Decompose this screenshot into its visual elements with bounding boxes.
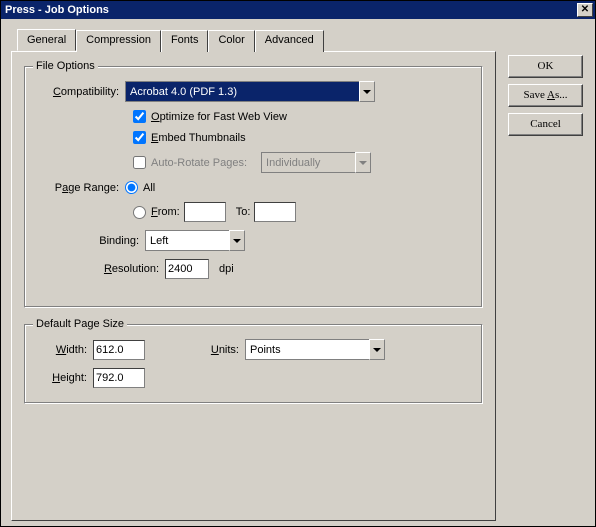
chevron-down-icon[interactable] [369,339,385,360]
autorotate-checkbox[interactable] [133,156,146,169]
embed-checkbox[interactable] [133,131,146,144]
group-file-options-legend: File Options [33,60,98,72]
dialog-window: Press - Job Options ✕ General Compressio… [0,0,596,527]
binding-value: Left [145,230,229,251]
tab-fonts[interactable]: Fonts [161,30,209,52]
height-label: Height: [45,372,93,384]
pagerange-from-label: From: [151,206,180,218]
pagerange-all-label: All [143,182,155,194]
close-icon[interactable]: ✕ [577,3,593,17]
group-default-page-size: Default Page Size Width: Units: Points H… [24,324,483,404]
window-title: Press - Job Options [5,4,109,16]
height-input[interactable] [93,368,145,388]
tab-panel-general: File Options Compatibility: Acrobat 4.0 … [11,51,496,521]
chevron-down-icon[interactable] [229,230,245,251]
tab-color[interactable]: Color [208,30,254,52]
compatibility-value: Acrobat 4.0 (PDF 1.3) [125,81,359,102]
autorotate-label: Auto-Rotate Pages: [151,157,247,169]
titlebar: Press - Job Options ✕ [1,1,595,19]
pagerange-to-label: To: [236,206,251,218]
binding-dropdown[interactable]: Left [145,230,245,251]
optimize-label: Optimize for Fast Web View [151,111,287,123]
tab-general[interactable]: General [17,29,76,51]
resolution-unit: dpi [219,263,234,275]
pagerange-label: Page Range: [37,182,125,194]
autorotate-value: Individually [261,152,355,173]
tab-advanced[interactable]: Advanced [255,30,324,52]
compatibility-dropdown[interactable]: Acrobat 4.0 (PDF 1.3) [125,81,375,102]
save-as-button[interactable]: Save As... [508,84,583,107]
units-label: Units: [205,344,245,356]
tab-compression[interactable]: Compression [76,30,161,52]
resolution-input[interactable] [165,259,209,279]
binding-label: Binding: [37,235,145,247]
pagerange-to-input[interactable] [254,202,296,222]
optimize-checkbox[interactable] [133,110,146,123]
width-label: Width: [45,344,93,356]
chevron-down-icon[interactable] [359,81,375,102]
chevron-down-icon [355,152,371,173]
pagerange-from-input[interactable] [184,202,226,222]
group-file-options: File Options Compatibility: Acrobat 4.0 … [24,66,483,308]
autorotate-dropdown: Individually [261,152,371,173]
width-input[interactable] [93,340,145,360]
pagerange-all-radio[interactable] [125,181,138,194]
pagerange-from-radio[interactable] [133,206,146,219]
client-area: General Compression Fonts Color Advanced… [1,19,595,526]
tab-strip: General Compression Fonts Color Advanced [17,29,585,51]
ok-button[interactable]: OK [508,55,583,78]
compatibility-label: Compatibility: [37,86,125,98]
resolution-label: Resolution: [37,263,165,275]
embed-label: Embed Thumbnails [151,132,246,144]
units-dropdown[interactable]: Points [245,339,385,360]
cancel-button[interactable]: Cancel [508,113,583,136]
button-column: OK Save As... Cancel [508,55,583,136]
units-value: Points [245,339,369,360]
group-default-page-size-legend: Default Page Size [33,318,127,330]
